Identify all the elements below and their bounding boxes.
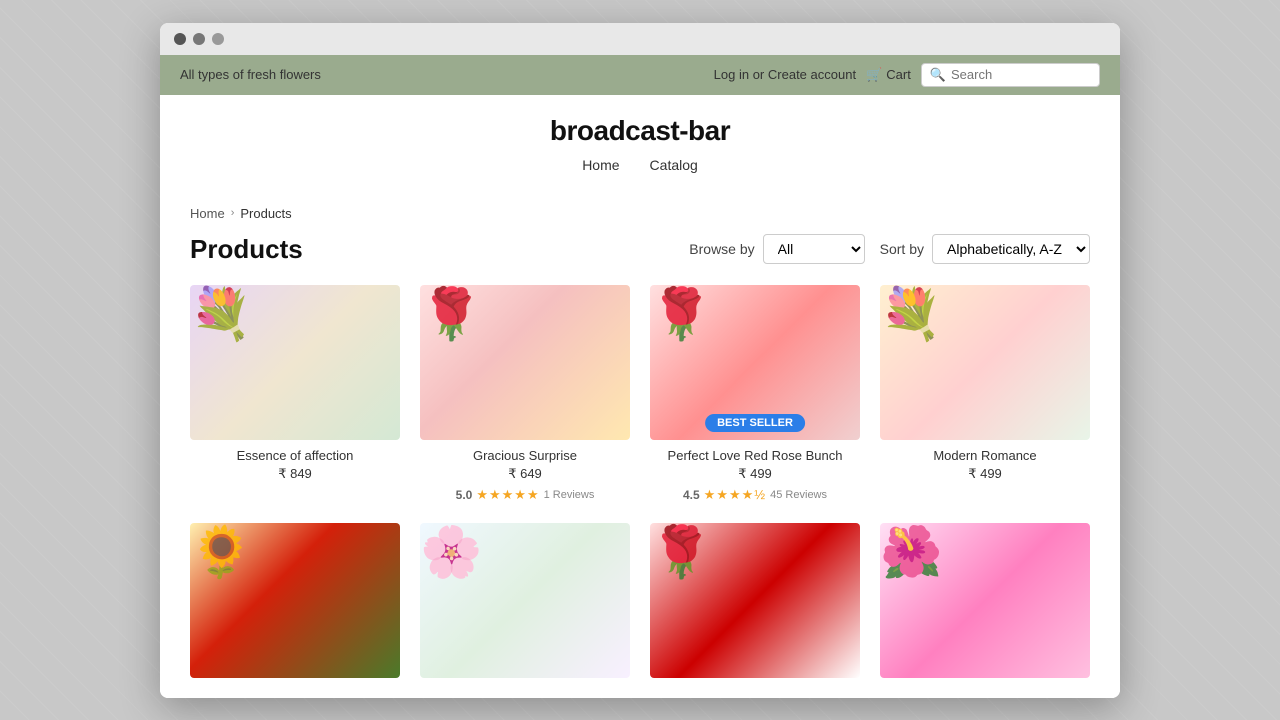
site-nav: Home Catalog	[180, 147, 1100, 178]
breadcrumb-current: Products	[240, 206, 291, 221]
product-rating-3: 4.5 ★★★★½ 45 Reviews	[683, 487, 827, 503]
cart-icon: 🛒	[866, 67, 882, 83]
product-image-4: 💐	[880, 285, 1090, 440]
topbar-auth: Log in or Create account	[714, 67, 856, 82]
product-image-7: 🌹	[650, 523, 860, 678]
topbar: All types of fresh flowers Log in or Cre…	[160, 55, 1120, 95]
window-titlebar	[160, 23, 1120, 55]
content-area: Home › Products Products Browse by All B…	[160, 188, 1120, 698]
product-image-5: 🌻	[190, 523, 400, 678]
flower-icon-5: 🌻	[190, 524, 252, 580]
sort-by-label: Sort by	[880, 241, 924, 257]
login-link[interactable]: Log in	[714, 67, 749, 82]
product-card-1[interactable]: 💐 Essence of affection ₹ 849	[190, 285, 400, 503]
breadcrumb: Home › Products	[190, 198, 1090, 229]
nav-home[interactable]: Home	[582, 157, 619, 173]
product-card-4[interactable]: 💐 Modern Romance ₹ 499	[880, 285, 1090, 503]
flower-icon-3: 🌹	[650, 286, 712, 342]
window-dot-close[interactable]	[174, 33, 186, 45]
search-input[interactable]	[951, 67, 1091, 82]
product-price-3: ₹ 499	[738, 466, 772, 482]
browser-window: All types of fresh flowers Log in or Cre…	[160, 23, 1120, 698]
tagline: All types of fresh flowers	[180, 67, 321, 82]
products-title: Products	[190, 234, 303, 265]
flower-icon-2: 🌹	[420, 286, 482, 342]
browse-by-select[interactable]: All Bouquets Roses Orchids	[763, 234, 865, 264]
breadcrumb-home[interactable]: Home	[190, 206, 225, 221]
breadcrumb-separator: ›	[231, 207, 235, 219]
review-count-2: 1 Reviews	[544, 489, 595, 501]
rating-score-2: 5.0	[456, 488, 473, 502]
product-name-2: Gracious Surprise	[473, 448, 577, 463]
product-price-1: ₹ 849	[278, 466, 312, 482]
product-image-8: 🌺	[880, 523, 1090, 678]
flower-icon-1: 💐	[190, 286, 252, 342]
topbar-right: Log in or Create account 🛒 Cart 🔍	[714, 63, 1100, 87]
product-image-6: 🌸	[420, 523, 630, 678]
review-count-3: 45 Reviews	[770, 489, 827, 501]
product-card-5[interactable]: 🌻	[190, 523, 400, 678]
window-dot-maximize[interactable]	[212, 33, 224, 45]
product-card-7[interactable]: 🌹	[650, 523, 860, 678]
window-dot-minimize[interactable]	[193, 33, 205, 45]
cart-label: Cart	[886, 67, 911, 82]
sort-by-select[interactable]: Alphabetically, A-Z Alphabetically, Z-A …	[932, 234, 1090, 264]
product-name-3: Perfect Love Red Rose Bunch	[668, 448, 843, 463]
product-price-4: ₹ 499	[968, 466, 1002, 482]
site-title: broadcast-bar	[180, 115, 1100, 147]
search-bar[interactable]: 🔍	[921, 63, 1100, 87]
product-image-1: 💐	[190, 285, 400, 440]
stars-2: ★★★★★	[476, 487, 539, 503]
rating-score-3: 4.5	[683, 488, 700, 502]
product-card-8[interactable]: 🌺	[880, 523, 1090, 678]
flower-icon-4: 💐	[880, 286, 942, 342]
product-image-3: 🌹 BEST SELLER	[650, 285, 860, 440]
cart-button[interactable]: 🛒 Cart	[866, 67, 911, 83]
flower-icon-8: 🌺	[880, 524, 942, 580]
flower-icon-6: 🌸	[420, 524, 482, 580]
browse-by-label: Browse by	[689, 241, 754, 257]
auth-separator: or	[753, 67, 765, 82]
stars-3: ★★★★½	[704, 487, 766, 503]
product-name-4: Modern Romance	[933, 448, 1036, 463]
best-seller-badge: BEST SELLER	[705, 414, 805, 432]
flower-icon-7: 🌹	[650, 524, 712, 580]
nav-catalog[interactable]: Catalog	[650, 157, 698, 173]
product-price-2: ₹ 649	[508, 466, 542, 482]
browse-by-group: Browse by All Bouquets Roses Orchids	[689, 234, 864, 264]
product-name-1: Essence of affection	[237, 448, 354, 463]
filter-controls: Browse by All Bouquets Roses Orchids Sor…	[689, 234, 1090, 264]
product-card-3[interactable]: 🌹 BEST SELLER Perfect Love Red Rose Bunc…	[650, 285, 860, 503]
create-account-link[interactable]: Create account	[768, 67, 856, 82]
product-rating-2: 5.0 ★★★★★ 1 Reviews	[456, 487, 595, 503]
product-image-2: 🌹	[420, 285, 630, 440]
product-card-6[interactable]: 🌸	[420, 523, 630, 678]
sort-by-group: Sort by Alphabetically, A-Z Alphabetical…	[880, 234, 1090, 264]
site-header: broadcast-bar Home Catalog	[160, 95, 1120, 188]
search-icon: 🔍	[930, 67, 946, 83]
product-card-2[interactable]: 🌹 Gracious Surprise ₹ 649 5.0 ★★★★★ 1 Re…	[420, 285, 630, 503]
products-header: Products Browse by All Bouquets Roses Or…	[190, 229, 1090, 265]
products-grid: 💐 Essence of affection ₹ 849 🌹 Gracious …	[190, 285, 1090, 678]
